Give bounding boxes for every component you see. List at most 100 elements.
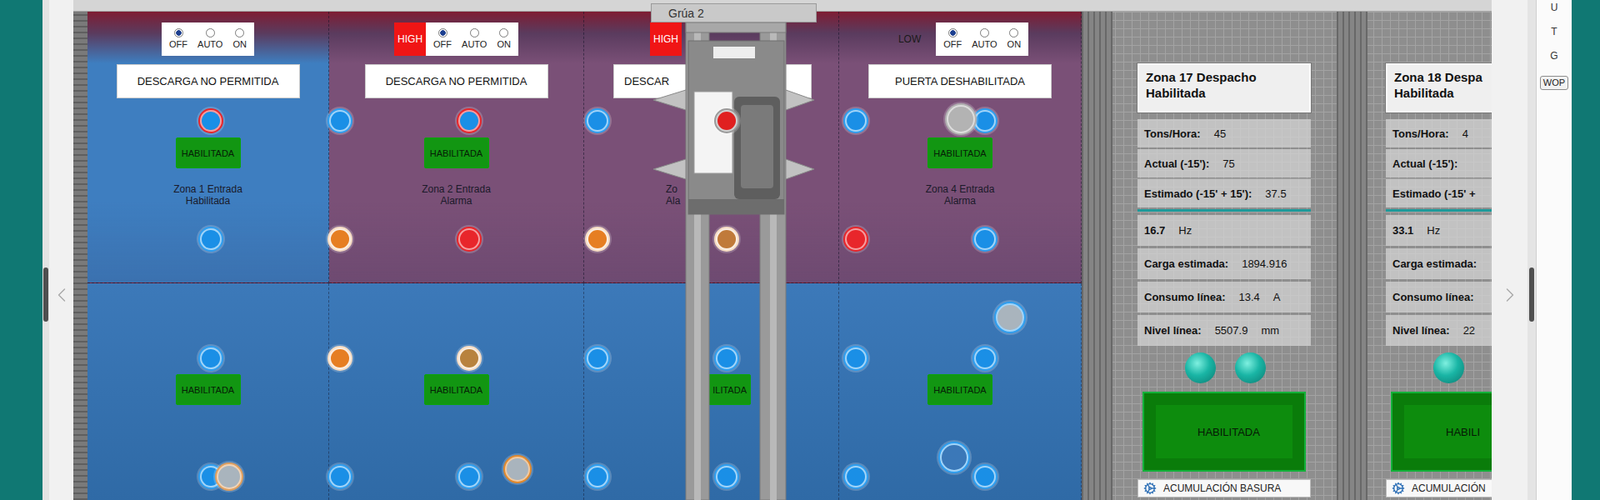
zone-label-line: Zona 2 Entrada [421,183,491,195]
metric-row: Tons/Hora:4 [1385,119,1492,148]
banner-row: DESCARGA NO PERMITIDA [329,64,584,99]
level-sensor[interactable] [201,349,220,368]
scrollbar-thumb[interactable] [43,267,49,322]
garbage-accumulation-button[interactable]: ACUMULACIÓN BASURA [1137,479,1311,498]
level-sensor[interactable] [460,111,479,130]
side-letter-button[interactable]: G [1550,50,1558,62]
mode-option[interactable]: OFF [169,28,188,50]
level-sensor[interactable] [218,465,240,488]
enable-button[interactable]: HABILITADA [175,137,241,169]
mode-option[interactable]: ON [232,28,247,50]
rate-group: Tons/Hora:45Actual (-15'):75Estimado (-1… [1137,117,1311,212]
level-sensor[interactable] [846,111,865,130]
metric-value: 13.4 [1239,290,1260,304]
mode-label: ON [496,39,511,50]
status-light [1235,352,1266,384]
metric-label: Estimado (-15' + 15'): [1144,187,1252,200]
left-scrollbar[interactable] [42,0,50,500]
side-button[interactable]: WOP [1540,75,1569,90]
enable-button[interactable]: HABILITADA [1142,391,1306,472]
metric-row: Estimado (-15' + 15'): 37.5 [1137,179,1311,208]
rate-group: Tons/Hora:4Actual (-15'):Estimado (-15' … [1385,117,1492,212]
banner-row: PUERTA DESHABILITADA [839,64,1081,99]
metric-row: Carga estimada:1894.916 [1137,248,1311,280]
status-lights [1137,352,1311,384]
radio-button[interactable] [205,28,215,38]
enable-button[interactable]: HABILITADA [424,137,490,169]
chevron-left-icon [50,283,74,307]
dispatch-bay: Zona 17 DespachoHabilitadaTons/Hora:45Ac… [1112,11,1337,500]
metric-value: 37.5 [1265,187,1286,200]
bay-separator [1336,11,1368,500]
mode-option[interactable]: ON [1007,28,1022,50]
metric-label: Tons/Hora: [1144,127,1201,140]
previous-page-button[interactable] [49,0,74,500]
level-sensor[interactable] [460,230,479,249]
zone-label-line: Habilitada [173,195,243,207]
garbage-accumulation-button[interactable]: ACUMULACIÓN [1385,479,1492,498]
level-sensor[interactable] [846,349,865,368]
enable-button[interactable]: HABILI [1390,391,1492,472]
metric-row: Consumo línea: [1385,281,1492,313]
button-row: HABILITADA [839,374,1081,405]
mode-option[interactable]: AUTO [461,28,487,50]
level-sensor[interactable] [975,349,995,368]
radio-button[interactable] [948,28,958,38]
level-sensor[interactable] [941,445,967,470]
card-header: Zona 18 DespaHabilitada [1385,63,1492,113]
radio-button[interactable] [980,28,990,38]
mode-label: AUTO [461,39,487,50]
enable-button[interactable]: HABILITADA [175,374,241,405]
radio-button[interactable] [174,28,184,38]
level-sensor[interactable] [460,349,479,368]
level-sensor[interactable] [460,467,479,486]
level-badge: HIGH [650,22,682,56]
level-sensor[interactable] [506,458,529,480]
radio-button[interactable] [499,28,509,38]
level-sensor[interactable] [201,111,220,130]
status-light [1185,352,1216,384]
level-sensor[interactable] [975,467,995,486]
metric-label: 33.1 [1392,224,1414,237]
next-page-button[interactable] [1491,0,1528,500]
button-row: HABILITADA [87,374,329,405]
metric-row: 33.1Hz [1385,215,1492,246]
cog-icon [1391,481,1405,495]
metric-value: 75 [1222,157,1235,170]
level-sensor[interactable] [330,467,350,486]
mode-option[interactable]: AUTO [971,28,997,50]
mode-option[interactable]: AUTO [197,28,223,50]
radio-button[interactable] [470,28,480,38]
crane[interactable]: Grúa 2 [650,0,817,500]
radio-button[interactable] [235,28,245,38]
metric-label: Consumo línea: [1144,290,1226,304]
radio-button[interactable] [1009,28,1019,38]
plant-view: OFF AUTO ON DESCARGA NO PERMITIDA HABILITADA… [73,0,1492,500]
level-sensor[interactable] [330,349,350,368]
card-header-line: Zona 18 Despa [1394,70,1492,86]
level-sensor[interactable] [975,111,995,130]
metric-value: 45 [1214,127,1226,140]
zone-label-line: Alarma [925,195,995,207]
zone-label-line: Zo [665,183,680,195]
status-banner: PUERTA DESHABILITADA [868,64,1052,99]
mode-option[interactable]: OFF [433,28,452,50]
mode-option[interactable]: ON [496,28,511,50]
level-sensor[interactable] [948,106,974,132]
right-scrollbar[interactable] [1527,0,1536,500]
zone-label-line: Zona 1 Entrada [173,183,243,195]
side-letter-button[interactable]: U [1550,1,1559,14]
scrollbar-thumb[interactable] [1529,267,1535,322]
metric-unit: Hz [1178,224,1192,237]
mode-row: HIGHOFFAUTOON [329,22,584,56]
level-sensor[interactable] [997,305,1023,330]
mode-option[interactable]: OFF [943,28,962,50]
level-sensor[interactable] [717,349,736,368]
enable-button[interactable]: HABILITADA [927,374,993,405]
radio-button[interactable] [438,28,448,38]
side-letter-button[interactable]: T [1550,25,1557,38]
enable-button[interactable]: HABILITADA [424,374,490,405]
enable-button[interactable]: HABILITADA [927,137,993,169]
level-sensor[interactable] [330,111,350,130]
bay-separator [1081,11,1113,500]
